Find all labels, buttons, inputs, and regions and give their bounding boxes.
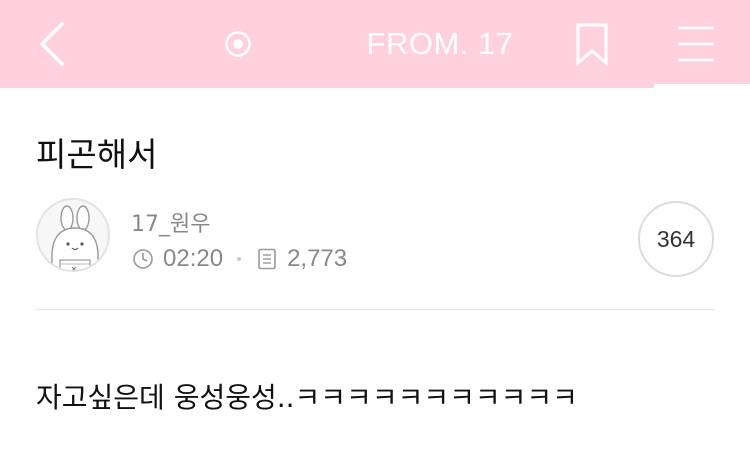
bunny-avatar-icon [51, 205, 99, 270]
bookmark-icon [576, 23, 608, 66]
back-button[interactable] [22, 0, 82, 88]
hamburger-menu-icon [678, 26, 714, 62]
menu-button[interactable] [666, 0, 726, 88]
document-icon [255, 247, 279, 271]
page-title: FROM. 17 [366, 26, 514, 61]
live-button[interactable] [212, 0, 264, 88]
chevron-left-icon [40, 22, 64, 66]
tab-indicator [654, 84, 750, 88]
avatar[interactable] [36, 198, 110, 272]
author-row: 17_원우 02:20 2,773 364 [36, 198, 714, 278]
post-meta: 02:20 2,773 [131, 244, 347, 274]
record-circle-icon [225, 31, 251, 57]
divider [36, 309, 714, 310]
top-bar: FROM. 17 [0, 0, 750, 88]
clock-icon [131, 247, 155, 271]
view-count-badge: 364 [638, 201, 714, 277]
post-title: 피곤해서 [36, 135, 158, 174]
post-count: 2,773 [287, 245, 348, 272]
separator-dot [237, 257, 242, 261]
bookmark-button[interactable] [566, 0, 618, 88]
post-body: 자고싶은데 웅성웅성..ㅋㅋㅋㅋㅋㅋㅋㅋㅋㅋㅋ [36, 381, 578, 414]
post-time: 02:20 [163, 245, 224, 272]
author-name[interactable]: 17_원우 [131, 206, 210, 238]
